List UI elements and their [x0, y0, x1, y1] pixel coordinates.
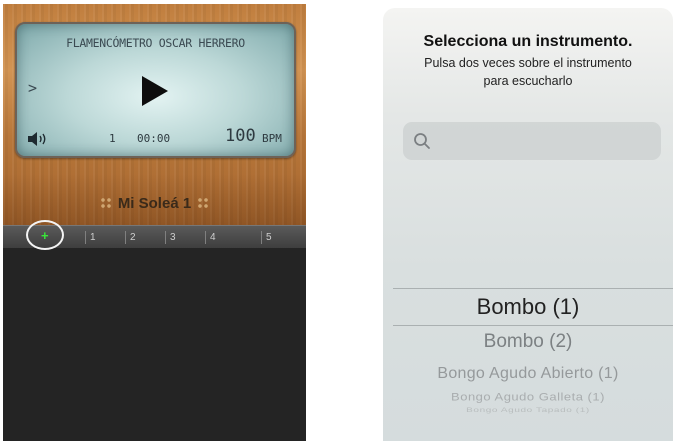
- picker-item[interactable]: Bongo Agudo Abierto (1): [383, 365, 673, 383]
- track-area[interactable]: [3, 248, 306, 441]
- ruler-tick: 3: [165, 231, 176, 244]
- picker-item[interactable]: Bongo Agudo Tapado (1): [383, 407, 673, 414]
- ruler-tick: 1: [85, 231, 96, 244]
- pattern-name: Mi Soleá 1: [117, 195, 192, 212]
- ruler-tick: 2: [125, 231, 136, 244]
- search-field[interactable]: [403, 122, 661, 160]
- play-icon[interactable]: [142, 76, 168, 106]
- sheet-subtitle-line1: Pulsa dos veces sobre el instrumento: [424, 56, 632, 70]
- picker-item-selected[interactable]: Bombo (1): [383, 294, 673, 320]
- bpm-value[interactable]: 100: [225, 126, 256, 146]
- measure-counter: 1: [109, 132, 116, 145]
- grip-dots-icon: [197, 197, 210, 209]
- wood-header: FLAMENCÓMETRO OSCAR HERRERO > 1 00:00 10…: [3, 4, 306, 225]
- elapsed-time: 00:00: [137, 132, 171, 145]
- next-chevron[interactable]: >: [28, 79, 37, 97]
- selection-line-top: [393, 288, 673, 289]
- selection-line-bottom: [393, 325, 673, 326]
- lcd-display: FLAMENCÓMETRO OSCAR HERRERO > 1 00:00 10…: [15, 22, 296, 158]
- instrument-picker-sheet: Selecciona un instrumento. Pulsa dos vec…: [383, 8, 673, 441]
- ruler-tick: 5: [261, 231, 272, 244]
- grip-dots-icon: [99, 197, 112, 209]
- picker-item[interactable]: Bongo Agudo Galleta (1): [383, 390, 673, 403]
- sheet-subtitle-line2: para escucharlo: [483, 74, 573, 88]
- search-input[interactable]: [437, 130, 651, 154]
- sheet-title: Selecciona un instrumento.: [423, 33, 633, 50]
- pattern-title[interactable]: Mi Soleá 1: [3, 195, 306, 212]
- speaker-icon[interactable]: [27, 131, 49, 147]
- picker-item[interactable]: Bombo (2): [383, 331, 673, 353]
- search-icon: [414, 133, 430, 149]
- ruler-tick: 4: [205, 231, 216, 244]
- bpm-unit: BPM: [262, 132, 282, 145]
- metronome-app: FLAMENCÓMETRO OSCAR HERRERO > 1 00:00 10…: [3, 4, 306, 441]
- add-track-icon[interactable]: +: [41, 229, 49, 242]
- display-title: FLAMENCÓMETRO OSCAR HERRERO: [66, 36, 245, 50]
